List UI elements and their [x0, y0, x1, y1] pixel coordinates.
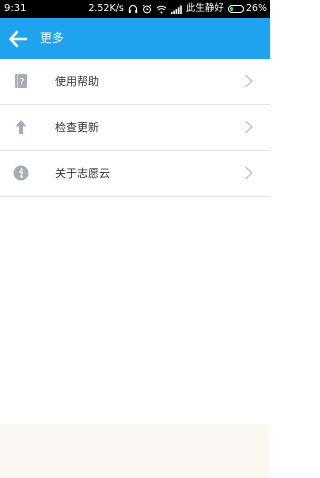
menu-item-help[interactable]: ? 使用帮助 [0, 59, 270, 105]
menu-item-about[interactable]: 关于志愿云 [0, 151, 270, 197]
menu-list: ? 使用帮助 检查更新 关于志愿云 [0, 59, 270, 197]
chevron-right-icon [245, 74, 253, 88]
menu-item-label: 使用帮助 [55, 75, 99, 88]
back-button[interactable] [4, 25, 32, 53]
chevron-right-icon [245, 120, 253, 134]
info-icon [12, 164, 30, 182]
status-time: 9:31 [4, 3, 27, 14]
app-bar: 更多 [0, 18, 270, 59]
carrier-name: 此生静好 [185, 3, 224, 14]
wifi-icon [156, 5, 167, 14]
battery-level-fill [229, 7, 233, 11]
status-bar: 9:31 2.52K/s 此生静好 26% [0, 0, 270, 18]
alarm-clock-icon [142, 4, 152, 14]
chevron-right-icon [245, 166, 253, 180]
menu-item-label: 关于志愿云 [55, 167, 110, 180]
svg-text:?: ? [20, 78, 25, 88]
battery-indicator: 26% [227, 0, 267, 18]
page-title: 更多 [40, 31, 65, 45]
signal-icon [170, 5, 182, 14]
help-icon: ? [12, 72, 30, 90]
arrow-up-icon [12, 118, 30, 136]
bottom-area [0, 424, 270, 478]
menu-item-check-update[interactable]: 检查更新 [0, 105, 270, 151]
battery-percent: 26% [245, 3, 267, 14]
menu-item-label: 检查更新 [55, 121, 99, 134]
headset-icon [128, 4, 138, 14]
network-speed: 2.52K/s [88, 3, 124, 14]
battery-icon [227, 5, 244, 13]
arrow-left-icon[interactable] [8, 30, 28, 48]
status-indicators: 2.52K/s 此生静好 26% [88, 0, 267, 18]
